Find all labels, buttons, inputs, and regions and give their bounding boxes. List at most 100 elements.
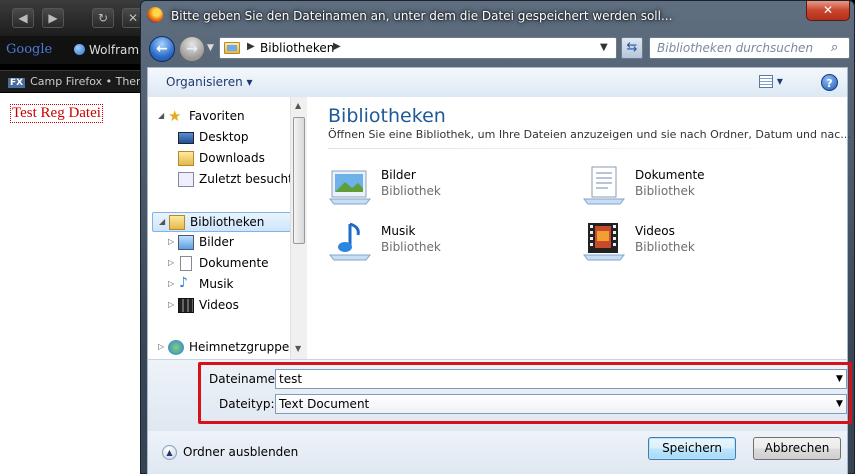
- libraries-folder-icon: [224, 42, 240, 54]
- nav-item-label: Musik: [199, 277, 234, 291]
- dialog-title: Bitte geben Sie den Dateinamen an, unter…: [171, 9, 673, 23]
- expand-arrow-icon[interactable]: ▷: [168, 279, 174, 288]
- breadcrumb-separator-icon[interactable]: ▶: [333, 41, 341, 52]
- nav-item-desktop[interactable]: Desktop: [158, 128, 288, 148]
- breadcrumb-separator-icon[interactable]: ▶: [247, 41, 255, 52]
- browser-reload-icon[interactable]: ↻: [92, 8, 114, 28]
- browser-nav-bar: ◀ ▶ ↻ ✕: [0, 0, 150, 36]
- save-dialog: Bitte geben Sie den Dateinamen an, unter…: [140, 0, 855, 474]
- search-icon[interactable]: ⌕: [831, 40, 838, 55]
- library-tile-videos[interactable]: Videos Bibliothek: [582, 219, 812, 267]
- nav-item-favorites[interactable]: ◢ ★ Favoriten: [158, 107, 288, 127]
- chevron-down-icon[interactable]: ▼: [836, 399, 843, 409]
- library-name: Musik: [381, 224, 416, 238]
- close-button[interactable]: ✕: [806, 1, 850, 21]
- scroll-up-icon[interactable]: ▲: [295, 101, 301, 110]
- nav-item-label: Bibliotheken: [190, 215, 265, 229]
- page-link[interactable]: Test Reg Datei: [10, 104, 103, 123]
- pictures-library-icon: [328, 163, 372, 207]
- expand-arrow-icon[interactable]: ▷: [168, 300, 174, 309]
- collapse-arrow-icon[interactable]: ◢: [159, 217, 165, 226]
- expand-arrow-icon[interactable]: ▷: [158, 342, 164, 351]
- search-input[interactable]: Bibliotheken durchsuchen ⌕: [649, 37, 850, 59]
- chevron-down-icon[interactable]: ▼: [600, 42, 608, 53]
- nav-item-libraries[interactable]: ◢ Bibliotheken: [152, 212, 291, 232]
- desktop-icon: [178, 132, 194, 144]
- pictures-icon: [178, 235, 194, 250]
- nav-item-music[interactable]: ▷ ♪ Musik: [168, 275, 288, 295]
- downloads-folder-icon: [178, 151, 194, 166]
- videos-icon: [178, 298, 194, 313]
- browser-content-area: ◢ ★ Favoriten Desktop Downloads Zuletzt …: [147, 97, 851, 359]
- browser-page-content: Test Reg Datei: [0, 93, 150, 474]
- library-type: Bibliothek: [635, 184, 695, 198]
- nav-item-documents[interactable]: ▷ Dokumente: [168, 254, 288, 274]
- google-search-logo[interactable]: Google: [6, 42, 52, 57]
- nav-item-label: Downloads: [199, 151, 265, 165]
- browser-bookmarks-bar: Google Wolfram: [0, 36, 150, 64]
- cancel-button[interactable]: Abbrechen: [753, 437, 841, 460]
- view-grid-icon: [759, 75, 773, 88]
- hide-folders-button[interactable]: Ordner ausblenden: [183, 445, 298, 459]
- libraries-icon: [169, 215, 185, 230]
- divider: [328, 148, 828, 149]
- library-name: Dokumente: [635, 168, 705, 182]
- filetype-value: Text Document: [279, 397, 370, 411]
- library-tile-music[interactable]: Musik Bibliothek: [328, 219, 558, 267]
- globe-icon: [74, 44, 85, 55]
- videos-library-icon: [582, 219, 626, 263]
- filename-value: test: [279, 372, 303, 386]
- nav-item-videos[interactable]: ▷ Videos: [168, 296, 288, 316]
- nav-item-recent[interactable]: Zuletzt besucht: [158, 170, 293, 190]
- dialog-titlebar[interactable]: Bitte geben Sie den Dateinamen an, unter…: [141, 1, 854, 31]
- nav-item-homegroup[interactable]: ▷ Heimnetzgruppe: [158, 338, 289, 358]
- chevron-up-icon[interactable]: ▲: [162, 445, 177, 460]
- breadcrumb[interactable]: ▶ Bibliotheken ▶ ▼: [219, 37, 617, 59]
- chevron-down-icon[interactable]: ▼: [836, 374, 843, 384]
- organize-button[interactable]: Organisieren ▾: [166, 75, 253, 89]
- recent-places-icon: [178, 172, 194, 187]
- documents-icon: [180, 256, 192, 271]
- refresh-button[interactable]: ⇆: [621, 37, 643, 59]
- browser-forward-icon[interactable]: ▶: [42, 8, 64, 28]
- library-tile-pictures[interactable]: Bilder Bibliothek: [328, 163, 558, 211]
- nav-item-label: Desktop: [199, 130, 249, 144]
- homegroup-icon: [168, 340, 184, 355]
- nav-item-downloads[interactable]: Downloads: [158, 149, 288, 169]
- library-tile-documents[interactable]: Dokumente Bibliothek: [582, 163, 812, 211]
- expand-arrow-icon[interactable]: ▷: [168, 258, 174, 267]
- nav-item-label: Zuletzt besucht: [199, 172, 293, 186]
- navigation-pane: ◢ ★ Favoriten Desktop Downloads Zuletzt …: [148, 97, 307, 359]
- nav-scrollbar[interactable]: ▲ ▼: [290, 97, 307, 359]
- site-favicon-icon: FX: [8, 78, 26, 88]
- save-button[interactable]: Speichern: [648, 437, 736, 460]
- scroll-down-icon[interactable]: ▼: [295, 344, 301, 353]
- documents-library-icon: [582, 163, 626, 207]
- back-button[interactable]: ←: [149, 36, 175, 62]
- help-icon[interactable]: ?: [821, 74, 838, 91]
- nav-item-label: Favoriten: [189, 109, 245, 123]
- change-view-button[interactable]: ▾: [759, 74, 789, 92]
- browser-tab-title: Camp Firefox • Them: [30, 75, 147, 88]
- search-placeholder: Bibliotheken durchsuchen: [657, 41, 814, 55]
- collapse-arrow-icon[interactable]: ◢: [158, 111, 164, 120]
- library-type: Bibliothek: [381, 240, 441, 254]
- history-dropdown-icon[interactable]: ▼: [207, 43, 214, 53]
- scrollbar-thumb[interactable]: [293, 117, 305, 244]
- filetype-label: Dateityp:: [219, 397, 275, 411]
- nav-item-label: Videos: [199, 298, 239, 312]
- bookmark-wolfram[interactable]: Wolfram: [74, 43, 139, 57]
- nav-item-pictures[interactable]: ▷ Bilder: [168, 233, 288, 253]
- filename-field[interactable]: test: [275, 369, 847, 389]
- dialog-footer: ▲ Ordner ausblenden Speichern Abbrechen: [147, 431, 848, 474]
- filetype-select[interactable]: Text Document: [275, 394, 847, 414]
- forward-button[interactable]: →: [179, 36, 205, 62]
- browser-back-icon[interactable]: ◀: [12, 8, 34, 28]
- breadcrumb-item-libraries[interactable]: Bibliotheken: [260, 41, 334, 55]
- library-name: Bilder: [381, 168, 416, 182]
- browser-tab[interactable]: FX Camp Firefox • Them: [0, 70, 150, 92]
- expand-arrow-icon[interactable]: ▷: [168, 237, 174, 246]
- firefox-icon: [147, 7, 163, 23]
- music-library-icon: [328, 219, 372, 263]
- nav-item-label: Dokumente: [199, 256, 269, 270]
